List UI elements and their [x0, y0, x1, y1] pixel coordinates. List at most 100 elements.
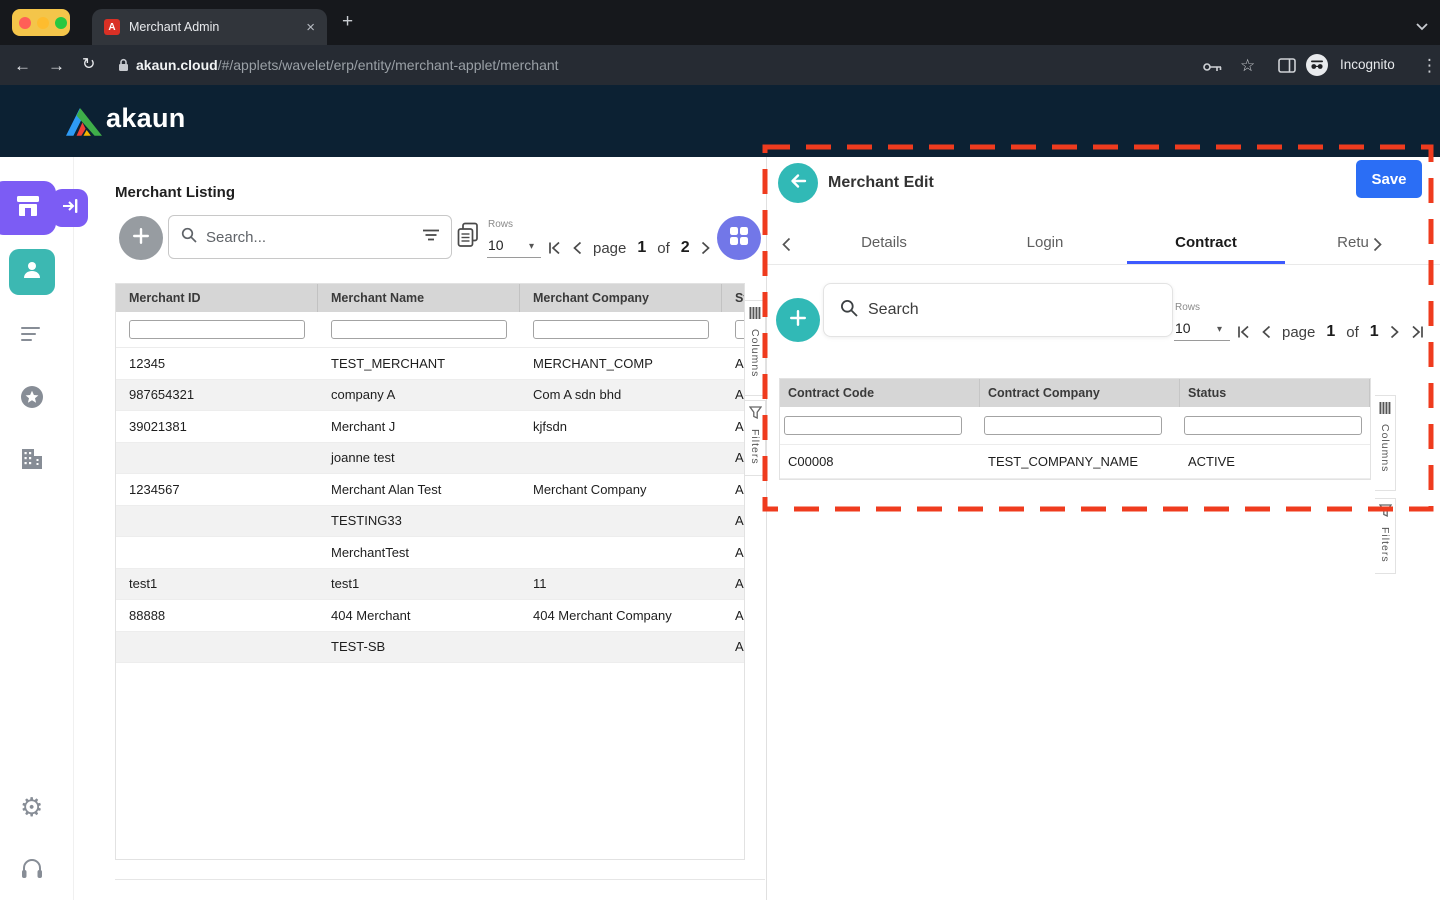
side-panel-icon[interactable] — [1278, 58, 1296, 78]
minimize-window-button[interactable] — [37, 17, 49, 29]
settings-gear-icon[interactable]: ⚙ — [20, 794, 43, 820]
filter-contract-company-input[interactable] — [984, 416, 1162, 435]
sidebar-item-favorites[interactable] — [19, 384, 45, 415]
col-merchant-name[interactable]: Merchant Name — [318, 284, 520, 312]
page-current: 1 — [1326, 323, 1335, 341]
tab-close-icon[interactable]: × — [306, 20, 315, 35]
cell-id: 39021381 — [116, 419, 318, 434]
tab-details[interactable]: Details — [861, 234, 907, 251]
close-window-button[interactable] — [19, 17, 31, 29]
table-row[interactable]: 987654321company ACom A sdn bhdACTIVE — [116, 380, 744, 412]
zoom-window-button[interactable] — [55, 17, 67, 29]
new-tab-button[interactable]: + — [342, 11, 353, 33]
columns-side-tab[interactable]: Columns — [745, 300, 766, 396]
col-merchant-id[interactable]: Merchant ID — [116, 284, 318, 312]
next-page-button[interactable] — [1390, 325, 1400, 339]
table-row[interactable]: 39021381Merchant JkjfsdnACTIVE — [116, 411, 744, 443]
address-bar[interactable]: akaun.cloud/#/applets/wavelet/erp/entity… — [136, 57, 559, 75]
back-button-edit[interactable] — [778, 163, 818, 203]
rows-per-page-icon[interactable] — [457, 222, 479, 253]
sidebar-item-merchant-applet[interactable] — [0, 181, 56, 235]
table-row[interactable]: test1test111ACTIVE — [116, 569, 744, 601]
refresh-button[interactable]: ↻ — [82, 57, 95, 73]
table-row[interactable]: 1234567Merchant Alan TestMerchant Compan… — [116, 474, 744, 506]
tabs-divider — [767, 264, 1440, 265]
browser-menu-icon[interactable]: ⋮ — [1421, 56, 1438, 76]
filter-contract-code-input[interactable] — [784, 416, 962, 435]
sidebar-item-merchants[interactable] — [9, 249, 55, 295]
merchant-search-box[interactable] — [168, 215, 452, 259]
cell-id: 987654321 — [116, 387, 318, 402]
filter-merchant-id-input[interactable] — [129, 320, 305, 339]
col-merchant-company[interactable]: Merchant Company — [520, 284, 722, 312]
plus-icon — [131, 226, 151, 251]
lock-icon[interactable] — [118, 58, 129, 77]
rows-caret-icon[interactable]: ▾ — [529, 241, 534, 252]
merchant-edit-panel: Merchant Edit Save Details Login Contrac… — [766, 157, 1440, 900]
col-contract-company[interactable]: Contract Company — [980, 379, 1180, 407]
filter-contract-status-input[interactable] — [1184, 416, 1362, 435]
first-page-button[interactable] — [548, 241, 561, 255]
rows-value[interactable]: 10 — [1175, 320, 1191, 336]
prev-page-button[interactable] — [1261, 325, 1271, 339]
incognito-icon — [1306, 54, 1328, 76]
rows-dropdown-underline — [487, 257, 541, 258]
rows-value[interactable]: 10 — [488, 237, 504, 253]
search-icon — [181, 227, 197, 248]
browser-tab[interactable]: A Merchant Admin × — [92, 9, 327, 45]
url-domain: akaun.cloud — [136, 57, 218, 73]
add-merchant-button[interactable] — [119, 216, 163, 260]
filter-merchant-company-input[interactable] — [533, 320, 709, 339]
cell-name: MerchantTest — [318, 545, 520, 560]
table-row[interactable]: C00008 TEST_COMPANY_NAME ACTIVE — [780, 445, 1370, 479]
last-page-button[interactable] — [1411, 325, 1424, 339]
sidebar-item-tasks[interactable] — [21, 325, 43, 348]
col-status[interactable]: Status — [722, 284, 744, 312]
filters-side-tab[interactable]: Filters — [745, 400, 766, 476]
tab-returns[interactable]: Retu — [1337, 234, 1369, 251]
table-row[interactable]: 88888404 Merchant404 Merchant CompanyACT… — [116, 600, 744, 632]
forward-button[interactable]: → — [48, 57, 65, 74]
tabs-scroll-left-icon[interactable] — [781, 237, 791, 252]
filters-side-tab[interactable]: Filters — [1375, 498, 1396, 574]
password-key-icon[interactable] — [1203, 60, 1223, 78]
funnel-icon — [1379, 504, 1392, 522]
grid-icon — [729, 226, 749, 251]
table-row[interactable]: 12345TEST_MERCHANTMERCHANT_COMPACTIVE — [116, 348, 744, 380]
contract-search-input[interactable] — [868, 301, 1156, 319]
support-headset-icon[interactable] — [20, 858, 44, 885]
applet-enter-button[interactable] — [52, 189, 88, 227]
cell-name: Merchant J — [318, 419, 520, 434]
filter-list-icon[interactable] — [423, 228, 439, 246]
rows-caret-icon[interactable]: ▾ — [1217, 324, 1222, 335]
table-row[interactable]: TESTING33ACTIVE — [116, 506, 744, 538]
col-contract-status[interactable]: Status — [1180, 379, 1370, 407]
first-page-button[interactable] — [1237, 325, 1250, 339]
prev-page-button[interactable] — [572, 241, 582, 255]
columns-tab-label: Columns — [749, 329, 761, 377]
col-contract-code[interactable]: Contract Code — [780, 379, 980, 407]
add-contract-button[interactable] — [776, 298, 820, 342]
contract-search-box[interactable] — [823, 283, 1173, 337]
filter-status-input[interactable] — [735, 320, 744, 339]
bookmark-star-icon[interactable]: ☆ — [1240, 56, 1255, 76]
table-row[interactable]: TEST-SBACTIVE — [116, 632, 744, 664]
tab-login[interactable]: Login — [1027, 234, 1064, 251]
search-icon — [840, 299, 858, 322]
logo-text[interactable]: akaun — [106, 103, 186, 134]
table-row[interactable]: MerchantTestACTIVE — [116, 537, 744, 569]
table-row[interactable]: joanne testACTIVE — [116, 443, 744, 475]
sidebar-item-company[interactable] — [20, 447, 44, 474]
merchant-search-input[interactable] — [206, 229, 423, 246]
tab-contract[interactable]: Contract — [1175, 234, 1237, 251]
columns-side-tab[interactable]: Columns — [1375, 395, 1396, 491]
filter-merchant-name-input[interactable] — [331, 320, 507, 339]
tab-search-chevron-icon[interactable] — [1416, 18, 1428, 36]
tabs-scroll-right-icon[interactable] — [1373, 237, 1383, 252]
filters-tab-label: Filters — [749, 429, 761, 465]
page-label: page — [1282, 324, 1315, 341]
back-button[interactable]: ← — [14, 57, 31, 74]
grid-view-button[interactable] — [717, 216, 761, 260]
next-page-button[interactable] — [701, 241, 711, 255]
save-button[interactable]: Save — [1356, 160, 1422, 198]
